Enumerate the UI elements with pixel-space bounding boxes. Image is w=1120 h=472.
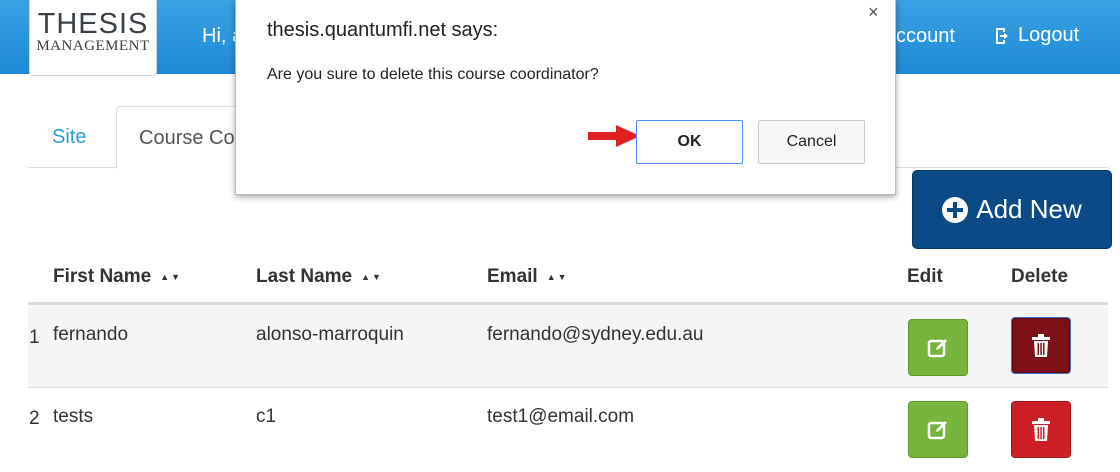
logo-title: THESIS: [37, 8, 149, 40]
column-header-edit: Edit: [907, 266, 943, 288]
logout-label: Logout: [1018, 24, 1080, 46]
dialog-message: Are you sure to delete this course coord…: [267, 66, 599, 83]
logo[interactable]: THESIS MANAGEMENT: [29, 0, 157, 76]
column-label: Last Name: [256, 266, 353, 287]
column-header-first-name[interactable]: First Name ▲▼: [53, 266, 182, 288]
delete-button[interactable]: [1011, 401, 1071, 458]
tab-site[interactable]: Site: [28, 106, 116, 168]
row-index: 2: [29, 408, 40, 429]
logout-icon: [996, 27, 1008, 44]
column-header-email[interactable]: Email ▲▼: [487, 266, 569, 288]
account-link[interactable]: ccount: [896, 25, 955, 48]
logo-subtitle: MANAGEMENT: [36, 38, 150, 54]
edit-icon: [927, 420, 947, 439]
last-name-cell: alonso-marroquin: [256, 324, 404, 345]
ok-button[interactable]: OK: [636, 120, 743, 164]
trash-icon: [1032, 417, 1050, 441]
add-new-label: Add New: [976, 194, 1082, 224]
tab-course-coordinators[interactable]: Course Co: [116, 106, 246, 169]
delete-button[interactable]: [1011, 317, 1071, 374]
edit-button[interactable]: [908, 319, 968, 376]
trash-icon: [1032, 333, 1050, 357]
add-new-button[interactable]: Add New: [912, 170, 1112, 249]
column-label: Edit: [907, 266, 943, 287]
column-label: First Name: [53, 266, 152, 287]
logout-link[interactable]: Logout: [993, 24, 1079, 47]
column-label: Delete: [1011, 266, 1069, 287]
last-name-cell: c1: [256, 406, 277, 427]
close-icon[interactable]: ×: [868, 2, 879, 23]
dialog-title: thesis.quantumfi.net says:: [267, 19, 499, 41]
table-row: 2 tests c1 test1@email.com: [28, 389, 1108, 472]
column-header-delete: Delete: [1011, 266, 1068, 288]
email-cell: test1@email.com: [487, 406, 635, 427]
table-row: 1 fernando alonso-marroquin fernando@syd…: [28, 305, 1108, 388]
cancel-button[interactable]: Cancel: [758, 120, 865, 164]
sort-icon: ▲▼: [361, 272, 383, 282]
edit-button[interactable]: [908, 401, 968, 458]
column-header-last-name[interactable]: Last Name ▲▼: [256, 266, 383, 288]
sort-icon: ▲▼: [546, 272, 569, 282]
email-cell: fernando@sydney.edu.au: [487, 324, 704, 345]
red-arrow-icon: [588, 125, 640, 147]
sort-icon: ▲▼: [160, 272, 183, 282]
row-index: 1: [29, 327, 40, 348]
first-name-cell: fernando: [53, 324, 129, 345]
first-name-cell: tests: [53, 406, 94, 427]
edit-icon: [927, 338, 947, 357]
plus-circle-icon: [942, 196, 969, 223]
column-label: Email: [487, 266, 538, 287]
confirm-dialog: thesis.quantumfi.net says: × Are you sur…: [235, 0, 896, 195]
